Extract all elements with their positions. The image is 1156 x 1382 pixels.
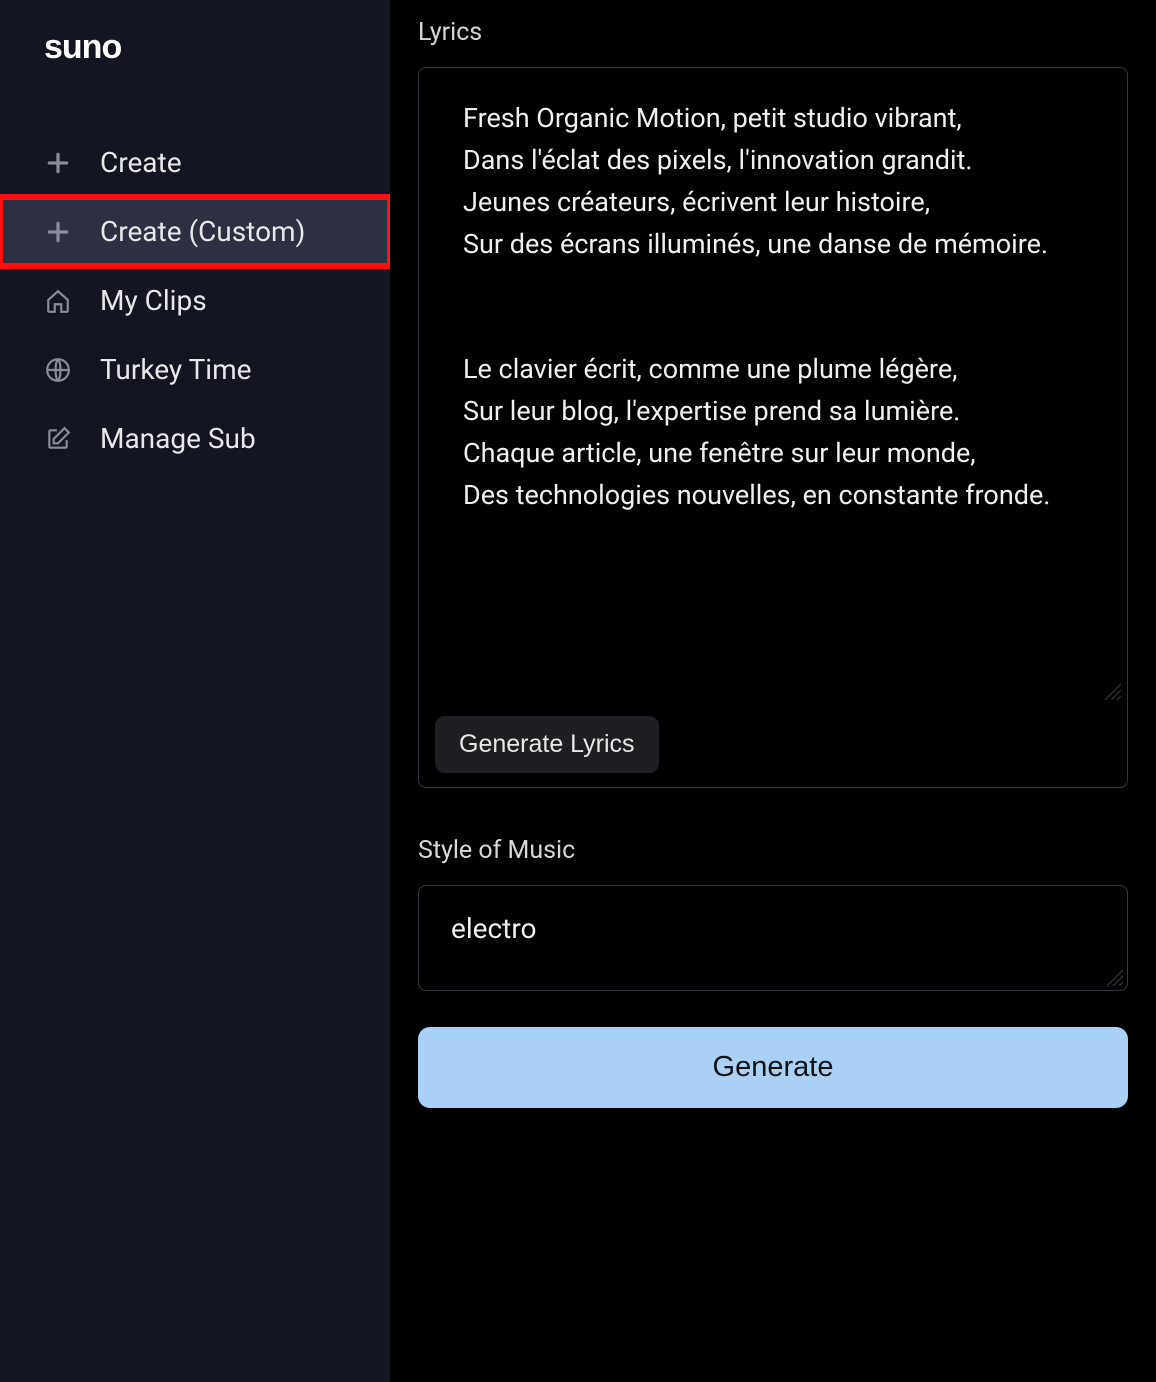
sidebar-item-create-custom[interactable]: Create (Custom) — [0, 197, 390, 266]
sidebar-item-label: Turkey Time — [100, 353, 251, 386]
suno-logo-icon: suno — [44, 28, 164, 66]
svg-text:suno: suno — [44, 28, 121, 66]
sidebar: suno Create Create (Custom) My Clips T — [0, 0, 390, 1382]
generate-button[interactable]: Generate — [418, 1027, 1128, 1108]
sidebar-item-label: My Clips — [100, 284, 207, 317]
plus-icon — [44, 218, 72, 246]
style-container — [418, 885, 1128, 991]
sidebar-item-manage-sub[interactable]: Manage Sub — [0, 404, 390, 473]
sidebar-nav: Create Create (Custom) My Clips Turkey T… — [0, 128, 390, 473]
edit-icon — [44, 425, 72, 453]
globe-icon — [44, 356, 72, 384]
style-input[interactable] — [419, 886, 1127, 986]
style-label: Style of Music — [418, 836, 1128, 865]
sidebar-item-my-clips[interactable]: My Clips — [0, 266, 390, 335]
sidebar-item-create[interactable]: Create — [0, 128, 390, 197]
plus-icon — [44, 149, 72, 177]
sidebar-item-label: Create (Custom) — [100, 215, 305, 248]
lyrics-label: Lyrics — [418, 18, 1128, 47]
resize-handle-icon[interactable] — [1103, 966, 1123, 986]
generate-lyrics-button[interactable]: Generate Lyrics — [435, 716, 659, 773]
sidebar-item-label: Create — [100, 146, 182, 179]
app-logo: suno — [0, 28, 390, 128]
lyrics-container: Generate Lyrics — [418, 67, 1128, 788]
sidebar-item-turkey-time[interactable]: Turkey Time — [0, 335, 390, 404]
lyrics-input[interactable] — [419, 68, 1127, 680]
main-panel: Lyrics Generate Lyrics Style of Music Ge… — [390, 0, 1156, 1382]
resize-handle-icon[interactable] — [1101, 680, 1121, 700]
sidebar-item-label: Manage Sub — [100, 422, 256, 455]
home-icon — [44, 287, 72, 315]
